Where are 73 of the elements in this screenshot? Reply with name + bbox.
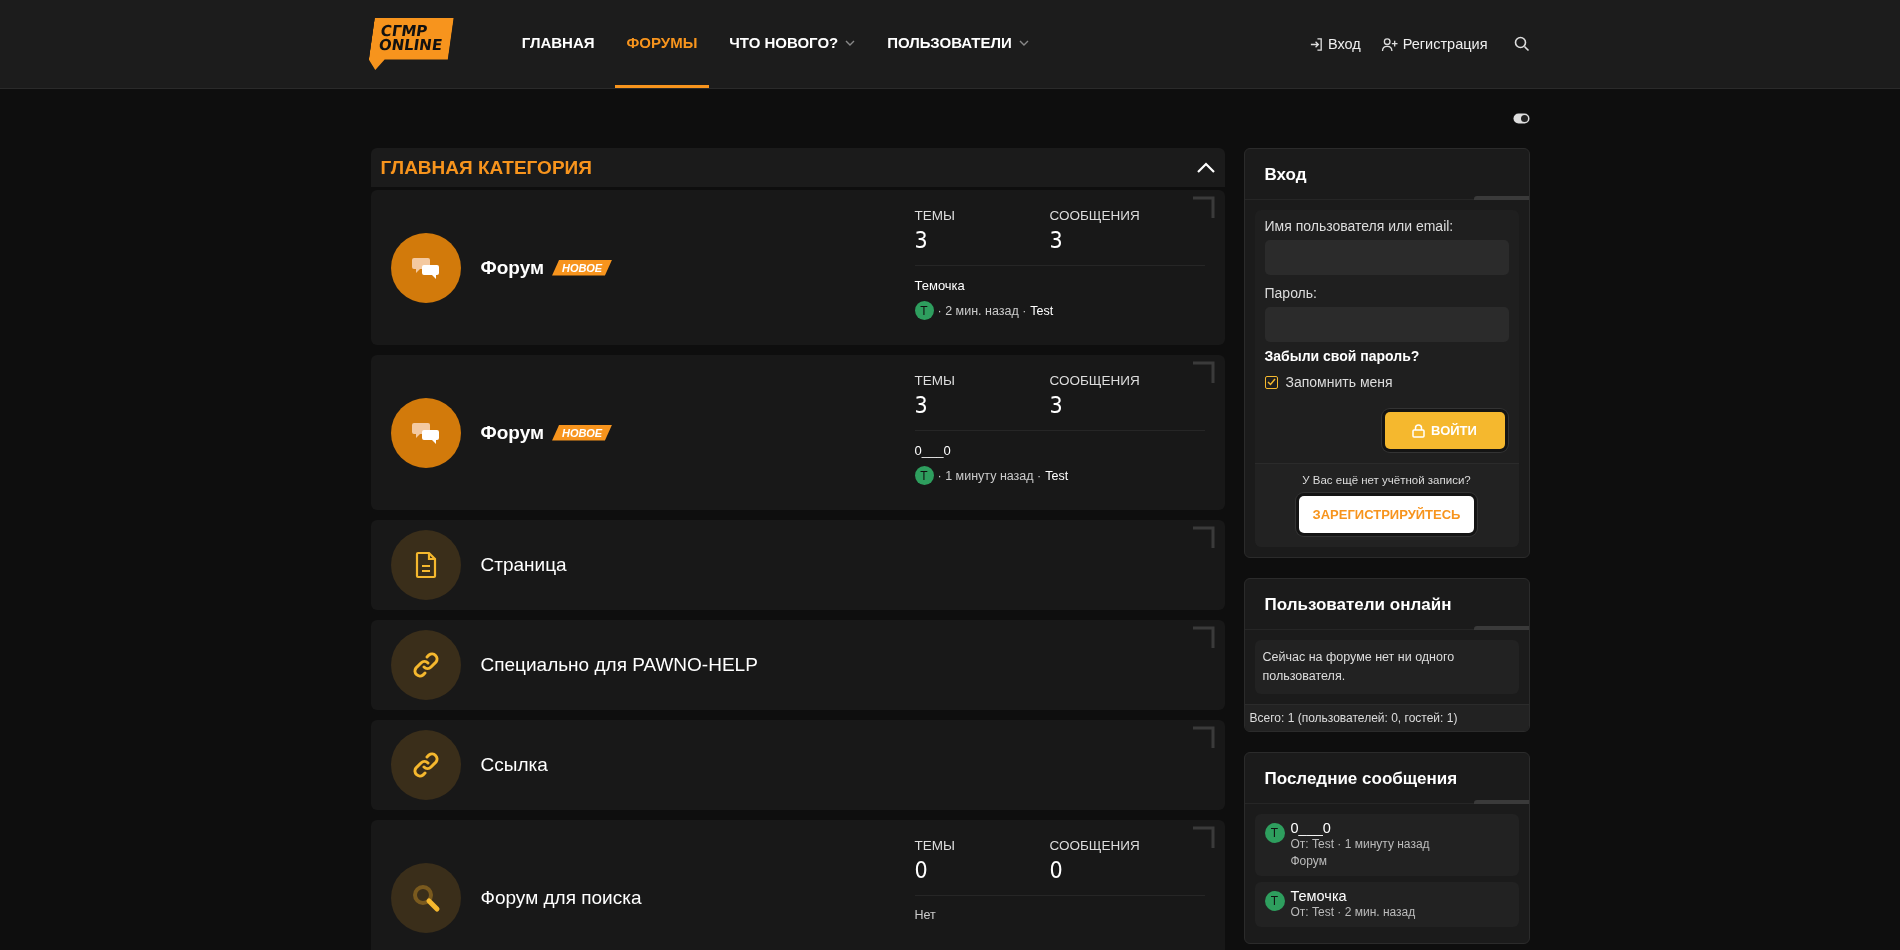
post-meta: От: Test · 1 минуту назад [1290, 836, 1430, 853]
avatar: T [1264, 891, 1285, 911]
last-post-meta: · 2 мин. назад · [937, 303, 1027, 318]
corner-bracket-icon [1192, 826, 1215, 848]
avatar: T [1264, 823, 1285, 843]
no-account-text: У Вас ещё нет учётной записи? [1301, 474, 1472, 486]
nav-tab[interactable]: ГЛАВНАЯ [509, 0, 607, 88]
online-message: Сейчас на форуме нет ни одного пользователя. [1254, 640, 1519, 694]
stat-label: СООБЩЕНИЯ [1049, 373, 1141, 388]
stat-label: ТЕМЫ [914, 838, 956, 853]
new-badge: НОВОЕ [552, 424, 613, 441]
last-post-meta: · 1 минуту назад · [937, 468, 1042, 483]
avatar: T [914, 466, 934, 485]
nav-tab[interactable]: ЧТО НОВОГО? [717, 0, 868, 88]
username-link[interactable]: Test [1030, 303, 1054, 318]
new-badge: НОВОЕ [552, 259, 613, 276]
nav-tab[interactable]: ПОЛЬЗОВАТЕЛИ [875, 0, 1041, 88]
node-title-link[interactable]: Ссылка [480, 754, 548, 776]
stat-label: ТЕМЫ [914, 373, 956, 388]
toggle-icon[interactable] [1512, 113, 1530, 124]
corner-bracket-icon [1192, 726, 1215, 748]
chevron-down-icon [845, 39, 856, 46]
post-meta: От: Test · 2 мин. назад [1290, 904, 1416, 921]
magnifier-icon [410, 882, 441, 913]
node-title-link[interactable]: Форум для поиска [480, 886, 642, 909]
stat-label: СООБЩЕНИЯ [1049, 838, 1141, 853]
last-post-title[interactable]: 0___0 [914, 443, 1185, 458]
stat-label: СООБЩЕНИЯ [1049, 208, 1141, 223]
user-plus-icon [1380, 36, 1399, 52]
login-link[interactable]: Вход [1308, 36, 1361, 52]
stat-value: 0 [914, 857, 929, 883]
category-title[interactable]: ГЛАВНАЯ КАТЕГОРИЯ [380, 156, 1197, 179]
document-icon [414, 551, 437, 579]
nav-tab[interactable]: ФОРУМЫ [614, 0, 710, 88]
block-title: Вход [1264, 165, 1307, 184]
stat-value: 3 [914, 392, 929, 418]
node-title-link[interactable]: Форум [480, 421, 545, 444]
forgot-password-link[interactable]: Забыли свой пароль? [1264, 348, 1509, 364]
corner-bracket-icon [1192, 361, 1215, 383]
checkbox-label: Запомнить меня [1285, 374, 1393, 390]
field-label: Имя пользователя или email: [1264, 218, 1455, 234]
chat-bubbles-icon [410, 420, 441, 445]
corner-bracket-icon [1192, 526, 1215, 548]
lock-icon [1412, 423, 1426, 438]
avatar: T [914, 301, 934, 320]
field-label: Пароль: [1264, 285, 1318, 301]
node-title-link[interactable]: Форум [480, 256, 545, 279]
post-title-link[interactable]: Темочка [1290, 888, 1416, 904]
forum-link[interactable]: Форум [1290, 853, 1430, 870]
register-link[interactable]: Регистрация [1380, 36, 1488, 52]
node-title-link[interactable]: Специально для PAWNO-HELP [480, 654, 758, 676]
node-title-link[interactable]: Страница [480, 554, 567, 576]
last-post-title[interactable]: Темочка [914, 278, 1185, 293]
chat-bubbles-icon [410, 255, 441, 280]
checkbox[interactable] [1264, 375, 1278, 389]
block-title: Пользователи онлайн [1264, 595, 1452, 614]
stat-value: 0 [1049, 857, 1064, 883]
block-title: Последние сообщения [1264, 769, 1458, 788]
logo[interactable]: СГМР ONLINE [366, 18, 454, 70]
last-post-none: Нет [914, 908, 937, 922]
online-totals: Всего: 1 (пользователей: 0, гостей: 1) [1244, 704, 1529, 731]
sign-in-icon [1308, 36, 1324, 52]
stat-value: 3 [914, 227, 929, 253]
chevron-down-icon [1018, 39, 1029, 46]
chevron-icon[interactable] [1196, 162, 1215, 173]
stat-value: 3 [1049, 392, 1064, 418]
username-link[interactable]: Test [1045, 468, 1069, 483]
corner-bracket-icon [1192, 626, 1215, 648]
corner-bracket-icon [1192, 196, 1215, 218]
post-title-link[interactable]: 0___0 [1290, 820, 1430, 836]
stat-label: ТЕМЫ [914, 208, 956, 223]
search-icon[interactable] [1513, 36, 1530, 52]
stat-value: 3 [1049, 227, 1064, 253]
